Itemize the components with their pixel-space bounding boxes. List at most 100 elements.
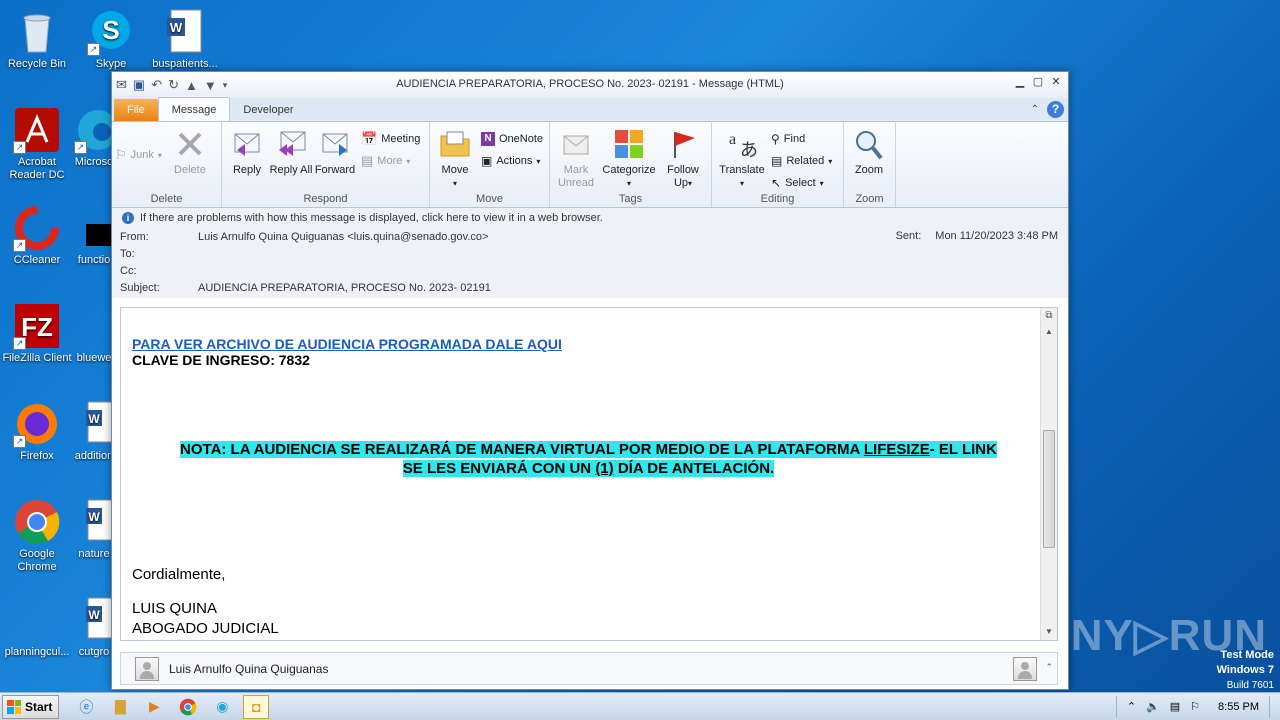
audiencia-link[interactable]: PARA VER ARCHIVO DE AUDIENCIA PROGRAMADA…: [132, 336, 562, 352]
action-center-flag-icon[interactable]: ⚐: [1190, 700, 1200, 713]
desktop-icon-nature[interactable]: W nature: [74, 498, 114, 561]
show-hidden-icons-icon[interactable]: ⌃: [1127, 700, 1136, 713]
message-content: PARA VER ARCHIVO DE AUDIENCIA PROGRAMADA…: [121, 308, 1057, 639]
tray-separator: [1115, 695, 1117, 718]
delete-x-icon: [178, 132, 202, 156]
media-player-icon[interactable]: ▶: [141, 695, 167, 719]
desktop-icon-label: Firefox: [20, 450, 54, 462]
info-text: If there are problems with how this mess…: [140, 212, 603, 224]
tab-developer[interactable]: Developer: [230, 99, 306, 121]
onenote-button[interactable]: N OneNote: [481, 130, 543, 148]
chrome-taskbar-icon[interactable]: [175, 695, 201, 719]
volume-icon[interactable]: 🔈: [1146, 700, 1160, 713]
meeting-button[interactable]: 📅 Meeting: [361, 130, 420, 148]
find-button[interactable]: ⚲ Find: [771, 130, 832, 148]
desktop-icon-cutgro[interactable]: W cutgro: [74, 596, 114, 659]
follow-up-label: Follow Up: [667, 164, 699, 189]
more-icon: ▤: [361, 153, 374, 168]
forward-label: Forward: [314, 164, 356, 176]
tab-file[interactable]: File: [114, 99, 158, 121]
customize-qat-icon[interactable]: ▾: [223, 80, 228, 91]
cursor-icon: ↖: [771, 176, 782, 190]
start-button[interactable]: Start: [2, 694, 60, 719]
desktop-icon-label: Skype: [95, 58, 127, 70]
sent-label: Sent:: [895, 230, 922, 242]
up-arrow-icon[interactable]: ▲: [185, 78, 198, 93]
outlook-taskbar-icon[interactable]: ◘: [243, 694, 270, 719]
desktop-icon-label: buspatients...: [152, 58, 218, 70]
from-value[interactable]: Luis Arnulfo Quina Quiguanas <luis.quina…: [198, 231, 488, 243]
desktop-icon-chrome[interactable]: Google Chrome: [0, 498, 74, 574]
edge-taskbar-icon[interactable]: ◉: [209, 695, 235, 719]
explorer-icon[interactable]: ▇: [107, 695, 133, 719]
svg-text:a: a: [729, 131, 736, 148]
envelope-icon: [563, 135, 589, 155]
close-button[interactable]: ✕: [1048, 75, 1064, 90]
closing-text: Cordialmente,: [132, 566, 226, 583]
desktop-icon-skype[interactable]: S ↗ Skype: [74, 8, 148, 71]
group-label-editing: Editing: [760, 193, 795, 205]
desktop-icon-firefox[interactable]: ↗ Firefox: [0, 400, 74, 463]
desktop-icon-acrobat[interactable]: ↗ Acrobat Reader DC: [0, 106, 74, 182]
redo-icon[interactable]: ↻: [168, 77, 179, 93]
translate-icon: aあ: [729, 131, 758, 160]
desktop-icon-recycle-bin[interactable]: Recycle Bin: [0, 8, 74, 71]
junk-button[interactable]: ⚐ Junk ▾: [115, 146, 162, 164]
scroll-up-button[interactable]: ▲: [1041, 324, 1057, 340]
desktop-icon-buspatients[interactable]: W buspatients...: [148, 8, 222, 71]
desktop-icon-label: CCleaner: [13, 254, 61, 266]
desktop-icon-microsoft-edge[interactable]: ↗ Microso: [74, 106, 114, 169]
os-label: Windows 7: [1216, 664, 1274, 676]
desktop-icon-functio[interactable]: functio: [74, 204, 114, 267]
desktop-icon-label: cutgro: [78, 646, 110, 658]
people-pane-name[interactable]: Luis Arnulfo Quina Quiguanas: [169, 662, 328, 676]
related-label: Related: [786, 155, 825, 167]
to-label: To:: [120, 247, 135, 260]
meeting-label: Meeting: [381, 133, 421, 145]
svg-text:W: W: [88, 412, 100, 426]
desktop-icon-planningcul[interactable]: planningcul...: [0, 596, 74, 659]
save-icon[interactable]: ▣: [133, 77, 145, 93]
desktop-icon-filezilla[interactable]: FZ ↗ FileZilla Client: [0, 302, 74, 365]
recycle-bin-icon: [13, 8, 61, 56]
down-arrow-icon[interactable]: ▼: [204, 78, 217, 93]
firefox-icon: ↗: [13, 400, 61, 448]
desktop-icon-addition[interactable]: W addition: [74, 400, 114, 463]
blank-icon: [74, 302, 114, 350]
select-button[interactable]: ↖ Select ▾: [771, 174, 832, 192]
taskbar-icons: ⓔ ▇ ▶ ◉ ◘: [73, 694, 270, 719]
ccleaner-icon: ↗: [13, 204, 61, 252]
svg-text:W: W: [88, 608, 100, 622]
build-label: Build 7601: [1226, 680, 1274, 691]
desktop-icon-ccleaner[interactable]: ↗ CCleaner: [0, 204, 74, 267]
svg-text:あ: あ: [740, 140, 758, 160]
tab-message[interactable]: Message: [157, 97, 231, 121]
maximize-button[interactable]: ▢: [1030, 75, 1046, 90]
ribbon-tab-controls: ⌃ ?: [1031, 101, 1064, 118]
translate-label: Translate: [719, 164, 765, 176]
filezilla-icon: FZ ↗: [13, 302, 61, 350]
forward-icon: [322, 133, 348, 156]
desktop-icon-label: Recycle Bin: [7, 58, 67, 70]
scroll-down-button[interactable]: ▼: [1041, 624, 1057, 640]
scroll-thumb[interactable]: [1043, 430, 1055, 548]
scroll-options-icon[interactable]: ⧉: [1041, 308, 1057, 324]
network-icon[interactable]: ▤: [1170, 700, 1180, 713]
minimize-button[interactable]: ▁: [1012, 75, 1028, 90]
undo-icon[interactable]: ↶: [151, 77, 162, 93]
word-doc-icon: W: [74, 498, 114, 546]
actions-button[interactable]: ▣ Actions ▾: [481, 152, 543, 170]
info-bar[interactable]: i If there are problems with how this me…: [112, 208, 1068, 228]
reply-all-icon: [279, 131, 306, 156]
vertical-scrollbar[interactable]: ⧉ ▲ ▼: [1040, 308, 1057, 640]
delete-label: Delete: [174, 164, 206, 176]
related-button[interactable]: ▤ Related ▾: [771, 152, 832, 170]
help-icon[interactable]: ?: [1047, 101, 1064, 118]
chevron-up-icon[interactable]: ⌃: [1045, 662, 1053, 673]
collapse-ribbon-icon[interactable]: ⌃: [1031, 104, 1039, 115]
more-button[interactable]: ▤ More ▾: [361, 152, 420, 170]
ie-icon[interactable]: ⓔ: [73, 695, 99, 719]
sent-value: Mon 11/20/2023 3:48 PM: [935, 230, 1058, 242]
desktop-icon-bluewe[interactable]: bluewe: [74, 302, 114, 365]
clock[interactable]: 8:55 PM: [1218, 701, 1259, 713]
